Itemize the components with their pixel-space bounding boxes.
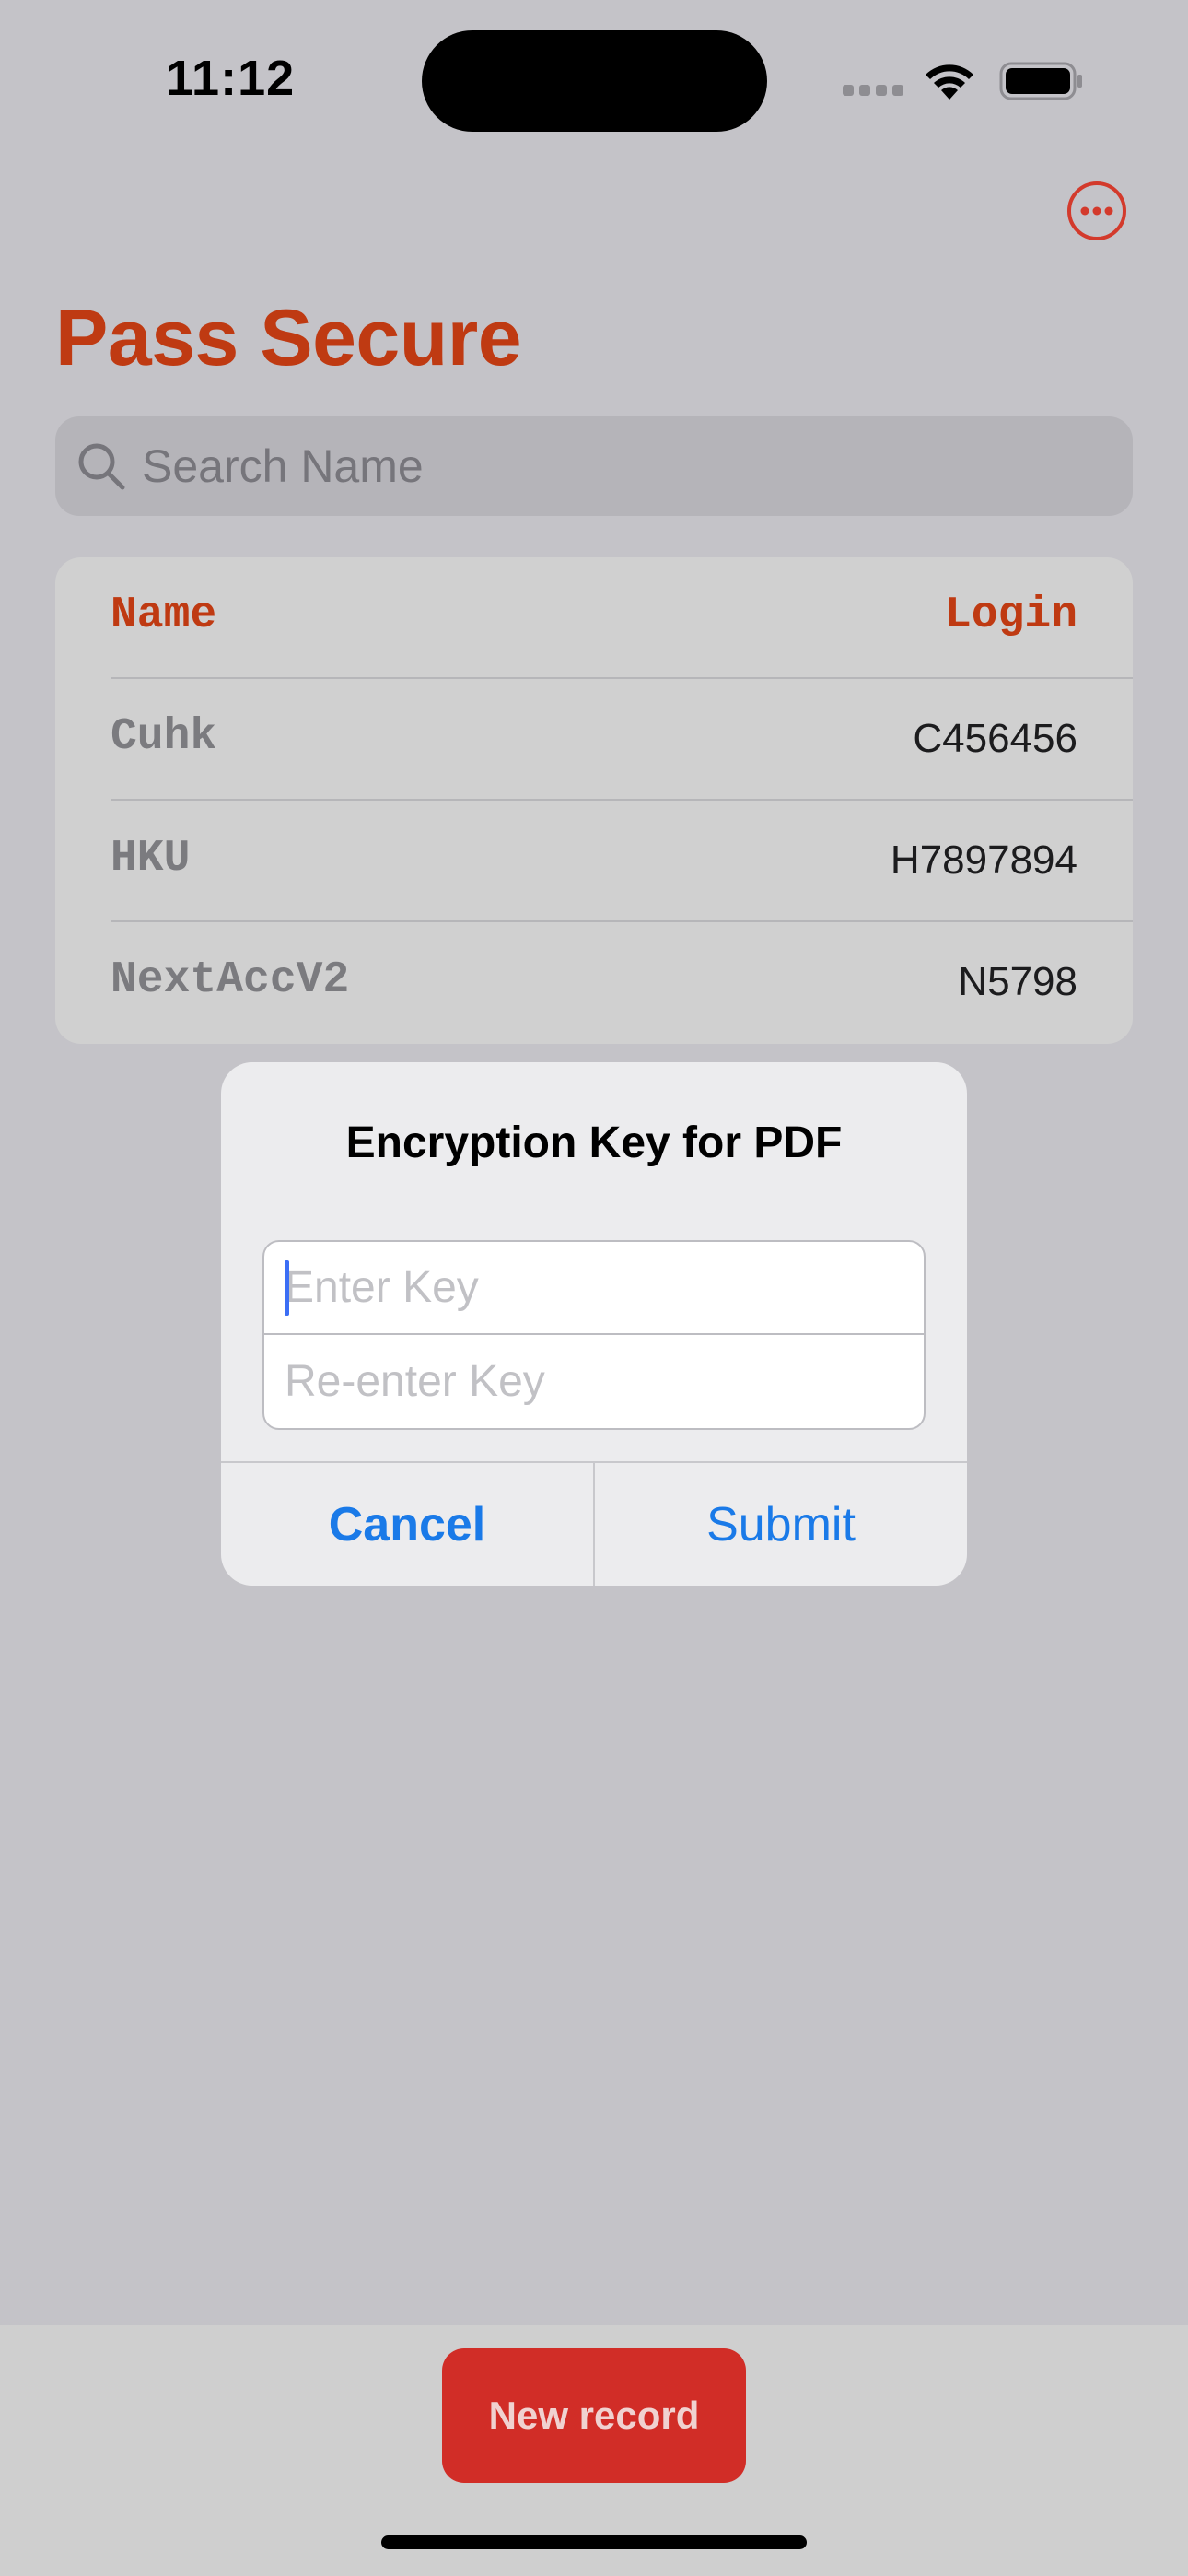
record-login: C456456: [913, 716, 1077, 761]
ellipsis-circle-icon[interactable]: [1066, 181, 1127, 241]
battery-icon: [999, 62, 1082, 100]
dynamic-island: [422, 30, 767, 132]
column-header-login[interactable]: Login: [945, 591, 1077, 640]
key-fields-group: [262, 1240, 926, 1430]
column-header-name[interactable]: Name: [111, 591, 216, 640]
record-login: N5798: [958, 959, 1077, 1004]
dialog-title: Encryption Key for PDF: [345, 1118, 843, 1167]
record-login: H7897894: [890, 837, 1077, 883]
record-name: NextAccV2: [111, 955, 350, 1005]
records-table: Name Login Cuhk C456456 HKU H7897894 Nex…: [55, 557, 1133, 1044]
text-cursor: [285, 1260, 289, 1316]
submit-button[interactable]: Submit: [595, 1463, 967, 1586]
wifi-icon: [926, 64, 973, 100]
page-title: Pass Secure: [55, 294, 522, 382]
table-header: Name Login: [111, 557, 1133, 679]
encryption-key-dialog: Encryption Key for PDF Cancel Submit: [221, 1062, 967, 1586]
record-name: HKU: [111, 834, 191, 884]
enter-key-field[interactable]: [264, 1242, 924, 1335]
status-bar: 11:12: [0, 0, 1188, 157]
record-name: Cuhk: [111, 712, 217, 762]
search-icon: [78, 443, 125, 490]
table-row[interactable]: HKU H7897894: [111, 801, 1133, 922]
cellular-signal-icon: [843, 85, 903, 96]
search-input[interactable]: [142, 416, 1100, 516]
table-row[interactable]: Cuhk C456456: [111, 679, 1133, 801]
search-bar[interactable]: [55, 416, 1133, 516]
table-row[interactable]: NextAccV2 N5798: [111, 922, 1133, 1044]
home-indicator[interactable]: [381, 2535, 807, 2549]
reenter-key-field[interactable]: [264, 1335, 924, 1428]
status-time: 11:12: [166, 51, 296, 106]
new-record-button[interactable]: New record: [442, 2348, 746, 2483]
cancel-button[interactable]: Cancel: [221, 1463, 593, 1586]
